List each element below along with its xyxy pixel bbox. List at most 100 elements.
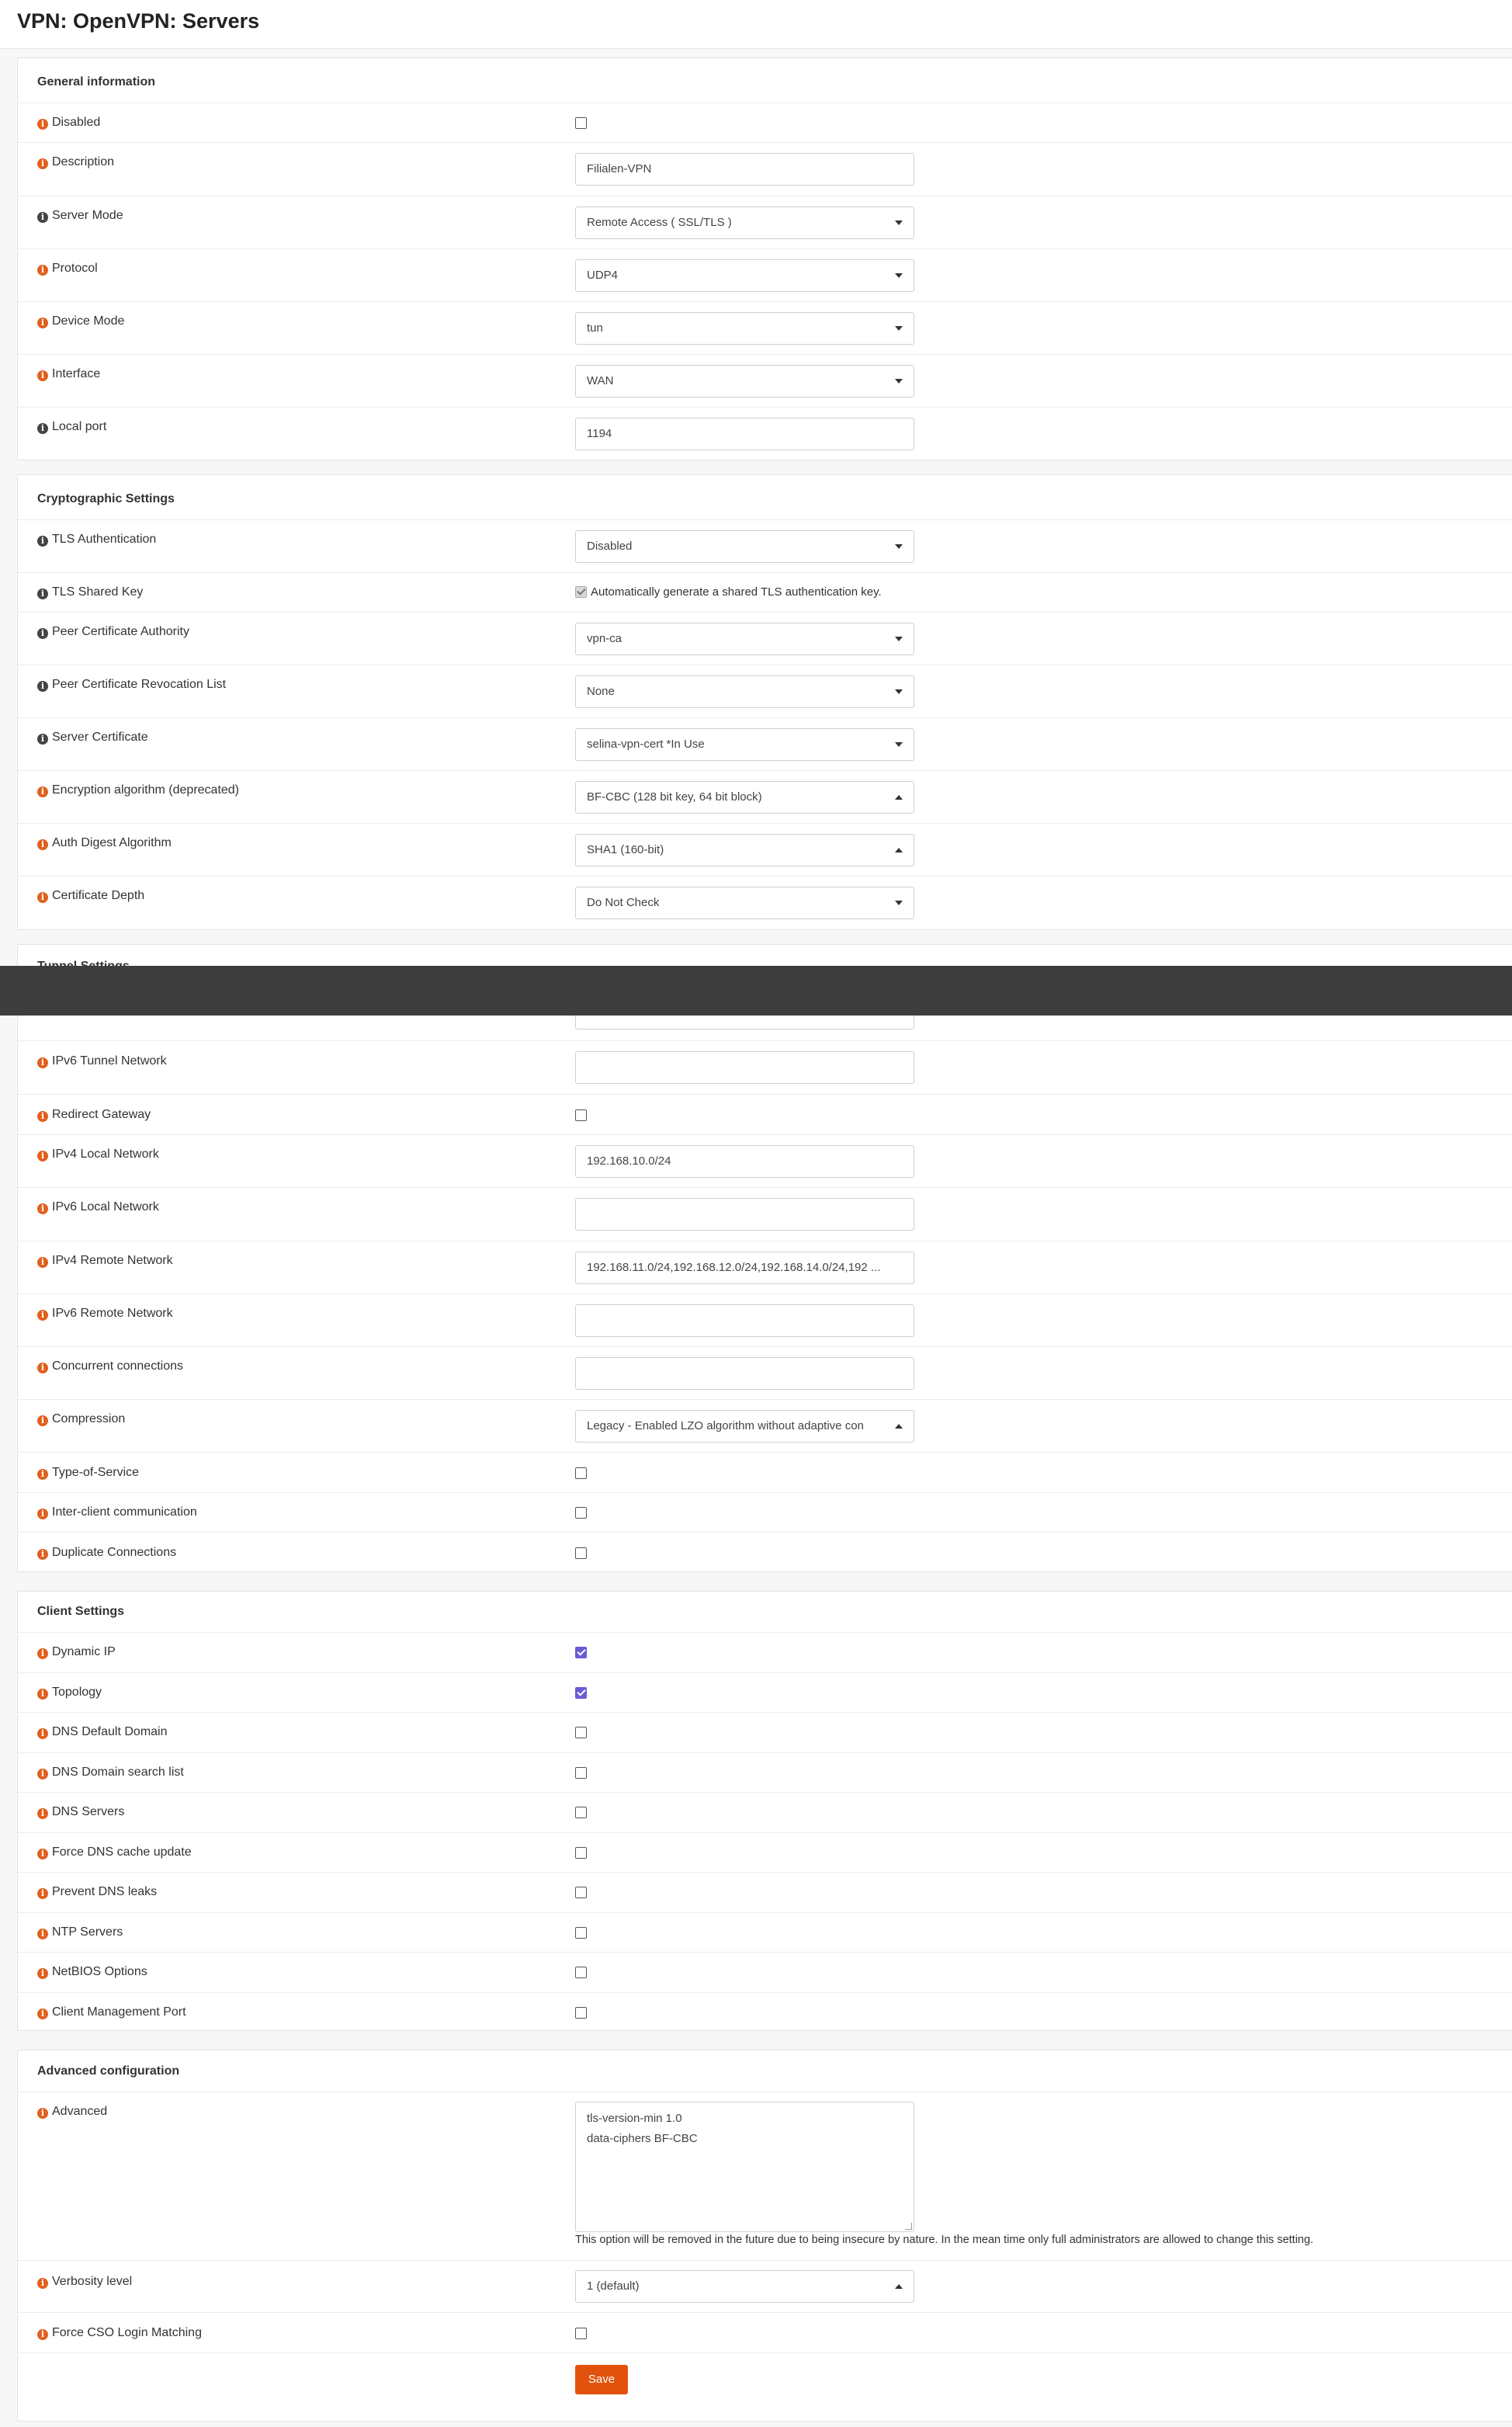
ipv6-local-network-input[interactable] xyxy=(575,1198,914,1231)
encryption-algorithm-select[interactable]: BF-CBC (128 bit key, 64 bit block) xyxy=(575,781,914,814)
protocol-select[interactable]: UDP4 xyxy=(575,259,914,292)
client-settings-panel xyxy=(17,1591,1512,2031)
dns-servers-label: i DNS Servers xyxy=(37,1805,124,1819)
info-icon[interactable]: i xyxy=(37,158,48,169)
ipv6-remote-network-label: i IPv6 Remote Network xyxy=(37,1307,173,1321)
dns-default-domain-checkbox[interactable] xyxy=(575,1727,587,1738)
ipv6-remote-network-input[interactable] xyxy=(575,1304,914,1337)
inter-client-communication-checkbox[interactable] xyxy=(575,1507,587,1519)
local-port-input[interactable]: 1194 xyxy=(575,418,914,450)
info-icon[interactable]: i xyxy=(37,1728,48,1739)
page-header: VPN: OpenVPN: Servers xyxy=(0,0,1512,49)
info-icon[interactable]: i xyxy=(37,119,48,130)
info-icon[interactable]: i xyxy=(37,1509,48,1519)
interface-select[interactable]: WAN xyxy=(575,365,914,398)
prevent-dns-leaks-checkbox[interactable] xyxy=(575,1887,587,1898)
redirect-gateway-checkbox[interactable] xyxy=(575,1109,587,1121)
info-icon[interactable]: i xyxy=(37,1648,48,1659)
ipv6-tunnel-network-input[interactable] xyxy=(575,1051,914,1084)
topology-checkbox[interactable] xyxy=(575,1687,587,1699)
ipv4-local-network-input[interactable]: 192.168.10.0/24 xyxy=(575,1145,914,1178)
info-icon[interactable]: i xyxy=(37,423,48,434)
netbios-options-checkbox[interactable] xyxy=(575,1967,587,1978)
info-icon[interactable]: i xyxy=(37,2108,48,2119)
info-icon[interactable]: i xyxy=(37,892,48,903)
topology-label: i Topology xyxy=(37,1686,102,1700)
device-mode-select[interactable]: tun xyxy=(575,312,914,345)
disabled-checkbox[interactable] xyxy=(575,117,587,129)
info-icon[interactable]: i xyxy=(37,1769,48,1779)
dns-servers-checkbox[interactable] xyxy=(575,1807,587,1818)
prevent-dns-leaks-label: i Prevent DNS leaks xyxy=(37,1885,157,1899)
advanced-textarea[interactable]: tls-version-min 1.0 data-ciphers BF-CBC xyxy=(575,2102,914,2232)
info-icon[interactable]: i xyxy=(37,370,48,381)
client-management-port-checkbox[interactable] xyxy=(575,2007,587,2019)
peer-ca-select[interactable]: vpn-ca xyxy=(575,623,914,655)
dns-domain-search-list-checkbox[interactable] xyxy=(575,1767,587,1779)
server-mode-select[interactable]: Remote Access ( SSL/TLS ) xyxy=(575,207,914,239)
info-icon[interactable]: i xyxy=(37,1808,48,1819)
resize-handle-icon[interactable] xyxy=(905,2223,912,2230)
page-title: VPN: OpenVPN: Servers xyxy=(17,9,260,33)
chevron-down-icon xyxy=(895,544,903,549)
force-cso-login-matching-label: i Force CSO Login Matching xyxy=(37,2326,202,2340)
force-cso-login-matching-checkbox[interactable] xyxy=(575,2328,587,2339)
peer-crl-select[interactable]: None xyxy=(575,675,914,708)
ipv4-remote-network-input[interactable]: 192.168.11.0/24,192.168.12.0/24,192.168.… xyxy=(575,1252,914,1284)
tls-shared-key-checkbox[interactable] xyxy=(575,586,587,598)
tls-authentication-select[interactable]: Disabled xyxy=(575,530,914,563)
info-icon[interactable]: i xyxy=(37,212,48,223)
info-icon[interactable]: i xyxy=(37,1469,48,1480)
section-title-advanced: Advanced configuration xyxy=(37,2064,180,2078)
info-icon[interactable]: i xyxy=(37,265,48,276)
ipv6-local-network-label: i IPv6 Local Network xyxy=(37,1200,159,1214)
info-icon[interactable]: i xyxy=(37,786,48,797)
ntp-servers-checkbox[interactable] xyxy=(575,1927,587,1939)
dynamic-ip-checkbox[interactable] xyxy=(575,1647,587,1658)
info-icon[interactable]: i xyxy=(37,1310,48,1321)
info-icon[interactable]: i xyxy=(37,734,48,745)
info-icon[interactable]: i xyxy=(37,1689,48,1700)
tls-shared-key-label: i TLS Shared Key xyxy=(37,585,143,599)
server-certificate-select[interactable]: selina-vpn-cert *In Use xyxy=(575,728,914,761)
save-button[interactable]: Save xyxy=(575,2365,628,2394)
info-icon[interactable]: i xyxy=(37,1111,48,1122)
duplicate-connections-label: i Duplicate Connections xyxy=(37,1546,176,1560)
verbosity-level-label: i Verbosity level xyxy=(37,2275,132,2289)
info-icon[interactable]: i xyxy=(37,1968,48,1979)
info-icon[interactable]: i xyxy=(37,681,48,692)
info-icon[interactable]: i xyxy=(37,1151,48,1161)
description-label: i Description xyxy=(37,155,114,169)
certificate-depth-select[interactable]: Do Not Check xyxy=(575,887,914,919)
auth-digest-select[interactable]: SHA1 (160-bit) xyxy=(575,834,914,866)
info-icon[interactable]: i xyxy=(37,1257,48,1268)
info-icon[interactable]: i xyxy=(37,1849,48,1859)
description-input[interactable]: Filialen-VPN xyxy=(575,153,914,186)
info-icon[interactable]: i xyxy=(37,1057,48,1068)
ipv4-remote-network-label: i IPv4 Remote Network xyxy=(37,1254,173,1268)
info-icon[interactable]: i xyxy=(37,589,48,599)
info-icon[interactable]: i xyxy=(37,318,48,328)
force-dns-cache-update-checkbox[interactable] xyxy=(575,1847,587,1859)
disabled-label: i Disabled xyxy=(37,116,100,130)
info-icon[interactable]: i xyxy=(37,628,48,639)
compression-select[interactable]: Legacy - Enabled LZO algorithm without a… xyxy=(575,1410,914,1443)
advanced-line: data-ciphers BF-CBC xyxy=(587,2132,698,2145)
info-icon[interactable]: i xyxy=(37,2009,48,2019)
info-icon[interactable]: i xyxy=(37,2329,48,2340)
info-icon[interactable]: i xyxy=(37,1203,48,1214)
info-icon[interactable]: i xyxy=(37,2278,48,2289)
info-icon[interactable]: i xyxy=(37,1363,48,1373)
info-icon[interactable]: i xyxy=(37,536,48,547)
concurrent-connections-input[interactable] xyxy=(575,1357,914,1390)
chevron-down-icon xyxy=(895,689,903,694)
type-of-service-checkbox[interactable] xyxy=(575,1467,587,1479)
info-icon[interactable]: i xyxy=(37,1549,48,1560)
info-icon[interactable]: i xyxy=(37,1888,48,1899)
info-icon[interactable]: i xyxy=(37,1415,48,1426)
info-icon[interactable]: i xyxy=(37,839,48,850)
chevron-down-icon xyxy=(895,220,903,225)
info-icon[interactable]: i xyxy=(37,1929,48,1939)
duplicate-connections-checkbox[interactable] xyxy=(575,1547,587,1559)
verbosity-level-select[interactable]: 1 (default) xyxy=(575,2270,914,2303)
